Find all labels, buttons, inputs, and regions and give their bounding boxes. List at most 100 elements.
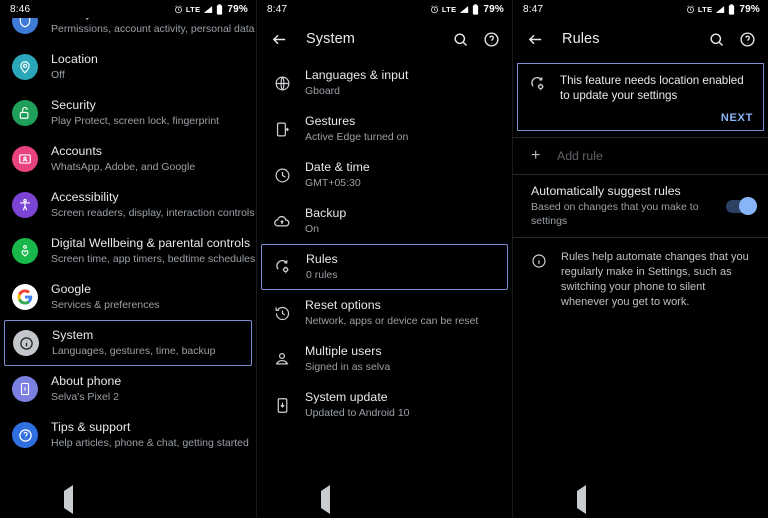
app-bar: Rules bbox=[513, 18, 768, 60]
system-list[interactable]: Languages & input Gboard Gestures Active… bbox=[257, 60, 512, 482]
sidebar-item-accounts[interactable]: Accounts WhatsApp, Adobe, and Google bbox=[0, 136, 256, 182]
location-required-banner[interactable]: This feature needs location enabled to u… bbox=[517, 63, 764, 131]
sidebar-item-subtitle: Permissions, account activity, personal … bbox=[51, 23, 255, 35]
list-item-subtitle: Network, apps or device can be reset bbox=[305, 315, 479, 327]
sidebar-item-text: Google Services & preferences bbox=[51, 282, 246, 312]
status-bar: 8:46 LTE 79% bbox=[0, 0, 256, 18]
search-icon[interactable] bbox=[708, 31, 725, 48]
sidebar-item-subtitle: Languages, gestures, time, backup bbox=[52, 345, 216, 357]
location-pin-icon bbox=[12, 54, 38, 80]
status-bar: 8:47 LTE 79% bbox=[257, 0, 512, 18]
list-item-title: Multiple users bbox=[305, 344, 382, 358]
list-item-subtitle: Updated to Android 10 bbox=[305, 407, 410, 419]
nav-back-triangle-icon[interactable] bbox=[320, 485, 330, 514]
info-circle-icon bbox=[13, 330, 39, 356]
nav-back-triangle-icon[interactable] bbox=[63, 485, 73, 514]
list-item-backup[interactable]: Backup On bbox=[257, 198, 512, 244]
list-item-system-update[interactable]: System update Updated to Android 10 bbox=[257, 382, 512, 428]
list-item-date-time[interactable]: Date & time GMT+05:30 bbox=[257, 152, 512, 198]
sidebar-item-title: Accounts bbox=[51, 144, 102, 158]
phone-screen-rules: 8:47 LTE 79% Rules This feature needs lo… bbox=[512, 0, 768, 518]
banner-body: This feature needs location enabled to u… bbox=[560, 73, 753, 124]
status-icons: LTE 79% bbox=[686, 4, 760, 15]
privacy-icon bbox=[12, 18, 38, 34]
list-item-rules[interactable]: Rules 0 rules bbox=[261, 244, 508, 290]
rules-icon bbox=[528, 74, 548, 94]
list-item-languages-input[interactable]: Languages & input Gboard bbox=[257, 60, 512, 106]
phone-screen-settings-main: 8:46 LTE 79% Permissions, account activi… bbox=[0, 0, 256, 518]
status-icons: LTE 79% bbox=[430, 4, 504, 15]
list-item-subtitle: Gboard bbox=[305, 85, 341, 97]
sidebar-item-subtitle: Play Protect, screen lock, fingerprint bbox=[51, 115, 220, 127]
sidebar-item-privacy[interactable]: Privacy Permissions, account activity, p… bbox=[0, 18, 256, 44]
list-item-text: Reset options Network, apps or device ca… bbox=[305, 298, 502, 328]
sidebar-item-subtitle: Off bbox=[51, 69, 65, 81]
add-rule-label: Add rule bbox=[557, 149, 603, 163]
phone-update-icon bbox=[272, 395, 292, 415]
list-item-subtitle: GMT+05:30 bbox=[305, 177, 361, 189]
suggest-rules-toggle[interactable] bbox=[726, 197, 757, 215]
navigation-bar bbox=[0, 482, 256, 518]
back-arrow-icon[interactable] bbox=[527, 31, 544, 48]
sidebar-item-title: System bbox=[52, 328, 94, 342]
sidebar-item-tips-support[interactable]: Tips & support Help articles, phone & ch… bbox=[0, 412, 256, 458]
sidebar-item-accessibility[interactable]: Accessibility Screen readers, display, i… bbox=[0, 182, 256, 228]
nav-back-triangle-icon[interactable] bbox=[576, 485, 586, 514]
list-item-text: Backup On bbox=[305, 206, 502, 236]
heart-person-icon bbox=[12, 238, 38, 264]
sidebar-item-location[interactable]: Location Off bbox=[0, 44, 256, 90]
add-rule-button[interactable]: + Add rule bbox=[513, 138, 768, 174]
sidebar-item-text: Digital Wellbeing & parental controls Sc… bbox=[51, 236, 255, 266]
sidebar-item-subtitle: Selva's Pixel 2 bbox=[51, 391, 119, 403]
network-label: LTE bbox=[185, 4, 201, 14]
sidebar-item-about-phone[interactable]: About phone Selva's Pixel 2 bbox=[0, 366, 256, 412]
sidebar-item-subtitle: Services & preferences bbox=[51, 299, 160, 311]
page-title: Rules bbox=[562, 31, 600, 47]
back-arrow-icon[interactable] bbox=[271, 31, 288, 48]
sidebar-item-title: Google bbox=[51, 282, 91, 296]
list-item-gestures[interactable]: Gestures Active Edge turned on bbox=[257, 106, 512, 152]
list-item-title: Rules bbox=[306, 252, 338, 266]
help-circle-icon[interactable] bbox=[483, 31, 500, 48]
battery-percent: 79% bbox=[227, 3, 248, 15]
help-circle-icon[interactable] bbox=[739, 31, 756, 48]
sidebar-item-system[interactable]: System Languages, gestures, time, backup bbox=[4, 320, 252, 366]
alarm-icon bbox=[174, 4, 183, 14]
page-title: System bbox=[306, 31, 355, 47]
three-phone-screenshots: 8:46 LTE 79% Permissions, account activi… bbox=[0, 0, 768, 518]
alarm-icon bbox=[686, 4, 695, 14]
sidebar-item-text: Privacy Permissions, account activity, p… bbox=[51, 18, 255, 36]
status-time: 8:47 bbox=[523, 3, 544, 15]
sidebar-item-google[interactable]: Google Services & preferences bbox=[0, 274, 256, 320]
settings-list[interactable]: Privacy Permissions, account activity, p… bbox=[0, 18, 256, 482]
sidebar-item-digital-wellbeing[interactable]: Digital Wellbeing & parental controls Sc… bbox=[0, 228, 256, 274]
battery-percent: 79% bbox=[483, 3, 504, 15]
list-item-subtitle: Signed in as selva bbox=[305, 361, 391, 373]
battery-icon bbox=[216, 3, 223, 15]
list-item-reset-options[interactable]: Reset options Network, apps or device ca… bbox=[257, 290, 512, 336]
search-icon[interactable] bbox=[452, 31, 469, 48]
rules-info-block: Rules help automate changes that you reg… bbox=[513, 238, 768, 320]
sidebar-item-text: Accessibility Screen readers, display, i… bbox=[51, 190, 255, 220]
sidebar-item-title: Location bbox=[51, 52, 98, 66]
sidebar-item-title: Privacy bbox=[51, 18, 246, 21]
sidebar-item-security[interactable]: Security Play Protect, screen lock, fing… bbox=[0, 90, 256, 136]
banner-message: This feature needs location enabled to u… bbox=[560, 74, 744, 102]
toggle-subtitle: Based on changes that you make to settin… bbox=[531, 201, 699, 227]
phone-info-icon bbox=[12, 376, 38, 402]
sidebar-item-subtitle: WhatsApp, Adobe, and Google bbox=[51, 161, 196, 173]
alarm-icon bbox=[430, 4, 439, 14]
sidebar-item-title: Accessibility bbox=[51, 190, 119, 204]
battery-percent: 79% bbox=[739, 3, 760, 15]
list-item-text: Date & time GMT+05:30 bbox=[305, 160, 502, 190]
list-item-multiple-users[interactable]: Multiple users Signed in as selva bbox=[257, 336, 512, 382]
automatically-suggest-rules-row[interactable]: Automatically suggest rules Based on cha… bbox=[513, 175, 768, 237]
google-g-icon bbox=[12, 284, 38, 310]
battery-icon bbox=[472, 3, 479, 15]
sidebar-item-text: Tips & support Help articles, phone & ch… bbox=[51, 420, 249, 450]
list-item-title: Date & time bbox=[305, 160, 370, 174]
sidebar-item-title: Tips & support bbox=[51, 420, 131, 434]
next-button[interactable]: NEXT bbox=[560, 112, 753, 124]
network-label: LTE bbox=[697, 4, 713, 14]
globe-icon bbox=[272, 73, 292, 93]
